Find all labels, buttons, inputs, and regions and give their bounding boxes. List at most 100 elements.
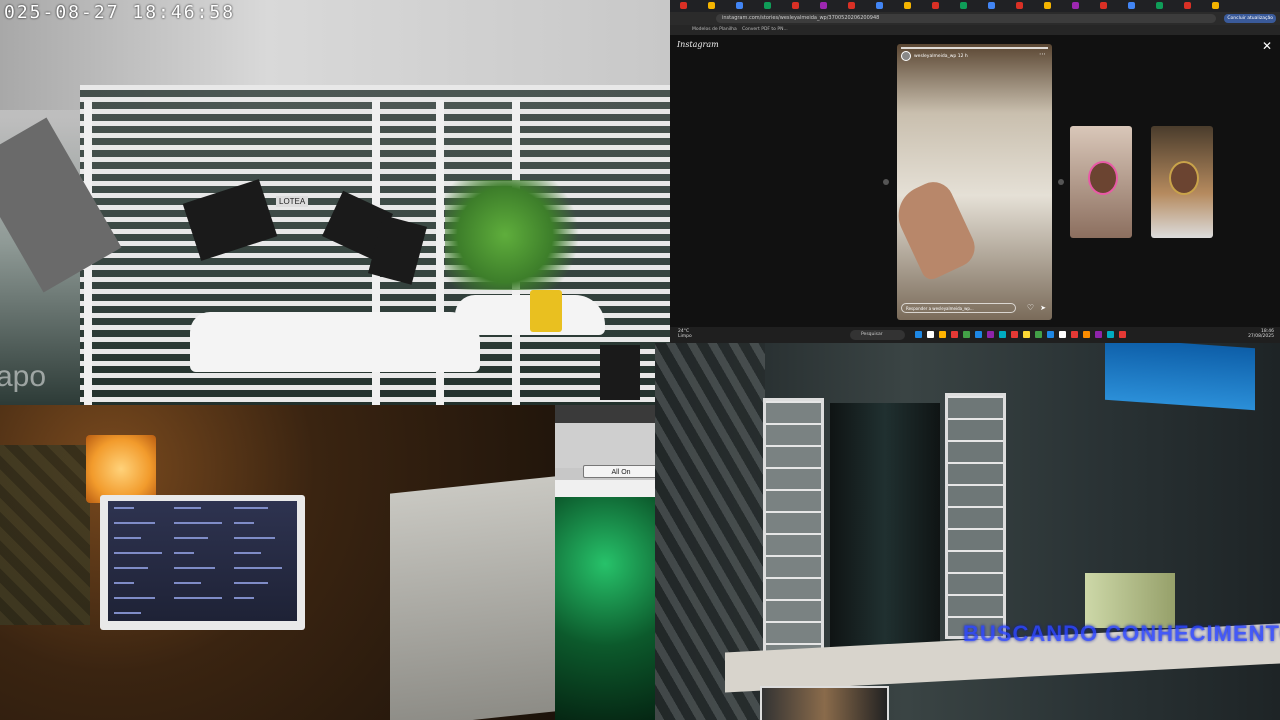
taskbar-app-icon[interactable]: [915, 331, 922, 338]
code-line: [174, 597, 222, 599]
browser-tab-icon[interactable]: [1100, 2, 1107, 9]
browser-tab-icon[interactable]: [932, 2, 939, 9]
window-shutter: [945, 393, 1006, 639]
bookmark-item[interactable]: Convert PDF to PN...: [742, 26, 788, 34]
weather-desc: Limpo: [678, 334, 692, 339]
browser-tab-strip[interactable]: [670, 0, 1280, 12]
taskbar-app-icon[interactable]: [999, 331, 1006, 338]
browser-tab-icon[interactable]: [988, 2, 995, 9]
bookmark-item[interactable]: Modelos de Planilha: [692, 26, 737, 34]
bookmarks-bar: Modelos de Planilha Convert PDF to PN...: [670, 25, 1280, 35]
code-line: [234, 552, 261, 554]
screen-capture-browser: instagram.com/stories/wesleyalmeida_wp/3…: [670, 0, 1280, 343]
browser-tab-icon[interactable]: [848, 2, 855, 9]
camera-feed-street: LOTEA 025-08-27 18:46:58 apo: [0, 0, 670, 405]
taskbar-app-icon[interactable]: [951, 331, 958, 338]
taskbar-app-icon[interactable]: [1107, 331, 1114, 338]
browser-tab-icon[interactable]: [1128, 2, 1135, 9]
code-line: [174, 537, 208, 539]
next-story-icon[interactable]: [1058, 179, 1064, 185]
code-line: [234, 507, 268, 509]
avatar[interactable]: [901, 51, 911, 61]
camera-feed-desk: [0, 405, 555, 720]
browser-tab-icon[interactable]: [792, 2, 799, 9]
url-field[interactable]: instagram.com/stories/wesleyalmeida_wp/3…: [716, 14, 1216, 23]
preview-screen: [760, 686, 889, 720]
code-line: [114, 522, 155, 524]
taskbar-search[interactable]: Pesquisar: [850, 330, 905, 340]
code-line: [234, 582, 268, 584]
close-icon[interactable]: ✕: [1262, 39, 1272, 53]
browser-tab-icon[interactable]: [736, 2, 743, 9]
story-thumbnail[interactable]: [1151, 126, 1213, 238]
browser-tab-icon[interactable]: [960, 2, 967, 9]
taskbar-app-icon[interactable]: [1071, 331, 1078, 338]
taskbar-app-icon[interactable]: [927, 331, 934, 338]
profile-face: [1088, 161, 1118, 195]
reply-input[interactable]: Responder a wesleyalmeida_wp...: [901, 303, 1016, 313]
hand-photo: [897, 175, 982, 283]
browser-tab-icon[interactable]: [1184, 2, 1191, 9]
taskbar-app-icon[interactable]: [1035, 331, 1042, 338]
yellow-mailbox: [530, 290, 562, 332]
code-line: [114, 582, 134, 584]
browser-tab-icon[interactable]: [904, 2, 911, 9]
taskbar-app-icon[interactable]: [963, 331, 970, 338]
browser-tab-icon[interactable]: [1072, 2, 1079, 9]
send-icon[interactable]: ➤: [1040, 304, 1046, 312]
update-button[interactable]: Concluir atualização: [1224, 14, 1276, 23]
browser-tab-icon[interactable]: [764, 2, 771, 9]
taskbar-app-icon[interactable]: [1083, 331, 1090, 338]
code-line: [174, 552, 194, 554]
lamp: [86, 435, 156, 503]
profile-face: [1169, 161, 1199, 195]
instagram-logo[interactable]: Instagram: [677, 40, 719, 49]
story-frame[interactable]: wesleyalmeida_wp 12 h ⋯ Responder a wesl…: [897, 44, 1052, 320]
green-light-feed: [555, 497, 655, 720]
story-thumbnail[interactable]: [1070, 126, 1132, 238]
code-line: [114, 537, 141, 539]
browser-tab-icon[interactable]: [820, 2, 827, 9]
browser-tab-icon[interactable]: [876, 2, 883, 9]
browser-tab-icon[interactable]: [1044, 2, 1051, 9]
hanging-object: [600, 345, 640, 400]
taskbar-app-icon[interactable]: [1119, 331, 1126, 338]
taskbar-app-icon[interactable]: [987, 331, 994, 338]
code-line: [114, 552, 162, 554]
wall-tv: [1105, 343, 1255, 411]
code-line: [174, 507, 201, 509]
taskbar-app-icon[interactable]: [975, 331, 982, 338]
tree: [445, 180, 595, 290]
heart-icon[interactable]: ♡: [1027, 303, 1034, 312]
taskbar-app-icon[interactable]: [1059, 331, 1066, 338]
more-options-icon[interactable]: ⋯: [1039, 50, 1046, 58]
code-line: [174, 567, 215, 569]
taskbar-clock[interactable]: 18:46 27/08/2025: [1248, 329, 1274, 339]
code-line: [174, 582, 201, 584]
monitor-screen: [108, 501, 297, 621]
gate-sign: LOTEA: [276, 196, 309, 207]
taskbar-app-icon[interactable]: [1095, 331, 1102, 338]
taskbar-app-icon[interactable]: [1011, 331, 1018, 338]
browser-tab-icon[interactable]: [1212, 2, 1219, 9]
story-user[interactable]: wesleyalmeida_wp 12 h: [901, 51, 968, 61]
doorway: [830, 403, 940, 653]
taskbar-app-icon[interactable]: [939, 331, 946, 338]
weather-widget[interactable]: 24°C Limpo: [678, 329, 692, 339]
story-username[interactable]: wesleyalmeida_wp 12 h: [914, 54, 968, 59]
browser-address-bar: instagram.com/stories/wesleyalmeida_wp/3…: [670, 12, 1280, 25]
browser-tab-icon[interactable]: [708, 2, 715, 9]
camera-watermark: apo: [0, 360, 47, 393]
graffiti-wall: [0, 445, 90, 625]
windows-taskbar: 24°C Limpo Pesquisar 18:46 27/08/2025: [670, 327, 1280, 343]
code-line: [114, 597, 155, 599]
prev-story-icon[interactable]: [883, 179, 889, 185]
browser-tab-icon[interactable]: [680, 2, 687, 9]
browser-tab-icon[interactable]: [1156, 2, 1163, 9]
all-on-button[interactable]: All On: [583, 465, 659, 478]
taskbar-app-icon[interactable]: [1047, 331, 1054, 338]
taskbar-app-icon[interactable]: [1023, 331, 1030, 338]
code-line: [234, 597, 254, 599]
browser-tab-icon[interactable]: [1016, 2, 1023, 9]
desk-monitor: [100, 495, 305, 630]
